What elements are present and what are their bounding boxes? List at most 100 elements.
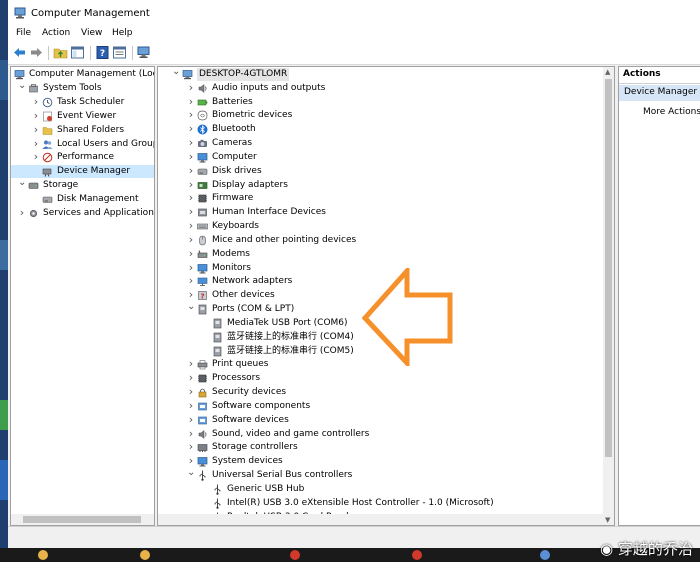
expand-chevron-icon[interactable]: › — [187, 358, 195, 369]
console-tree-item[interactable]: › Shared Folders — [11, 124, 154, 137]
expand-chevron-icon[interactable]: › — [187, 206, 195, 217]
device-tree-item[interactable]: › Processors — [158, 372, 614, 385]
taskbar-app-icon[interactable] — [140, 550, 150, 560]
device-tree-item[interactable]: › Display adapters — [158, 179, 614, 192]
expand-chevron-icon[interactable]: › — [187, 151, 195, 162]
expand-chevron-icon[interactable]: › — [187, 248, 195, 259]
perf-icon — [42, 153, 53, 163]
menu-help[interactable]: Help — [112, 28, 133, 38]
collapse-chevron-icon[interactable]: ⌄ — [172, 67, 180, 79]
expand-chevron-icon[interactable]: › — [187, 289, 195, 300]
collapse-chevron-icon[interactable]: ⌄ — [18, 80, 26, 93]
device-tree-item[interactable]: ⌄ Universal Serial Bus controllers — [158, 468, 614, 482]
scroll-down-arrow-icon[interactable]: ▼ — [605, 516, 610, 524]
collapse-chevron-icon[interactable]: ⌄ — [187, 302, 195, 314]
device-tree-item[interactable]: › Firmware — [158, 192, 614, 205]
console-tree-item[interactable]: ⌄ Storage — [11, 178, 154, 192]
more-actions-link[interactable]: More Actions — [643, 107, 700, 117]
device-tree-vertical-scrollbar[interactable]: ▲ ▼ — [603, 67, 614, 525]
device-tree-item[interactable]: › Human Interface Devices — [158, 206, 614, 219]
device-tree-item[interactable]: › Security devices — [158, 386, 614, 399]
actions-section-device-manager[interactable]: Device Manager — [619, 85, 700, 101]
taskbar-app-icon[interactable] — [412, 550, 422, 560]
help-icon[interactable]: ? — [95, 45, 110, 60]
expand-chevron-icon[interactable]: › — [32, 138, 40, 149]
console-tree-item[interactable]: › Local Users and Groups — [11, 138, 154, 151]
expand-chevron-icon[interactable]: › — [187, 220, 195, 231]
device-tree-item[interactable]: › Cameras — [158, 137, 614, 150]
device-tree-item[interactable]: › Bluetooth — [158, 123, 614, 136]
bluetooth-icon — [197, 124, 208, 135]
console-tree-pane[interactable]: Computer Management (Local ⌄ System Tools ›… — [10, 66, 155, 526]
device-tree-item[interactable]: Intel(R) USB 3.0 eXtensible Host Control… — [158, 497, 614, 510]
console-tree-item[interactable]: › Event Viewer — [11, 110, 154, 123]
expand-chevron-icon[interactable]: › — [187, 82, 195, 93]
device-tree-horizontal-scrollbar[interactable] — [158, 514, 603, 525]
console-tree-item[interactable]: › Performance — [11, 151, 154, 164]
device-tree-item[interactable]: › Biometric devices — [158, 109, 614, 122]
scroll-up-arrow-icon[interactable]: ▲ — [605, 68, 610, 76]
show-hide-console-tree-icon[interactable] — [70, 45, 85, 60]
collapse-chevron-icon[interactable]: ⌄ — [18, 178, 26, 190]
expand-chevron-icon[interactable]: › — [32, 124, 40, 135]
device-tree-item[interactable]: › Batteries — [158, 96, 614, 109]
device-tree-item[interactable]: › Software devices — [158, 414, 614, 427]
menu-file[interactable]: File — [16, 28, 31, 38]
device-tree-item[interactable]: › Sound, video and game controllers — [158, 428, 614, 441]
scrollbar-thumb[interactable] — [605, 79, 612, 457]
expand-chevron-icon[interactable]: › — [187, 414, 195, 425]
expand-chevron-icon[interactable]: › — [187, 234, 195, 245]
console-tree-item[interactable]: ⌄ System Tools — [11, 80, 154, 95]
console-tree-item[interactable]: › Services and Applications — [11, 207, 154, 220]
device-tree-item[interactable]: › Storage controllers — [158, 441, 614, 454]
device-tree-item[interactable]: › Computer — [158, 151, 614, 164]
expand-chevron-icon[interactable]: › — [187, 192, 195, 203]
expand-chevron-icon[interactable]: › — [187, 96, 195, 107]
taskbar-app-icon[interactable] — [540, 550, 550, 560]
title-bar[interactable]: Computer Management — [8, 0, 700, 26]
device-tree-item[interactable]: › System devices — [158, 455, 614, 468]
device-tree-item[interactable]: › Disk drives — [158, 165, 614, 178]
console-tree-horizontal-scrollbar[interactable] — [11, 514, 154, 525]
device-tree-item[interactable]: › Keyboards — [158, 220, 614, 233]
expand-chevron-icon[interactable]: › — [18, 207, 26, 218]
expand-chevron-icon[interactable]: › — [187, 179, 195, 190]
device-tree-item[interactable]: › Modems — [158, 248, 614, 261]
properties-icon[interactable] — [112, 45, 127, 60]
battery-icon — [197, 99, 208, 105]
console-tree-item[interactable]: Computer Management (Local — [11, 68, 154, 81]
menu-view[interactable]: View — [81, 28, 102, 38]
forward-arrow-icon[interactable] — [29, 45, 44, 60]
up-folder-icon[interactable] — [53, 45, 68, 60]
expand-chevron-icon[interactable]: › — [187, 109, 195, 120]
expand-chevron-icon[interactable]: › — [187, 372, 195, 383]
expand-chevron-icon[interactable]: › — [187, 275, 195, 286]
expand-chevron-icon[interactable]: › — [187, 455, 195, 466]
back-arrow-icon[interactable] — [12, 45, 27, 60]
expand-chevron-icon[interactable]: › — [187, 400, 195, 411]
expand-chevron-icon[interactable]: › — [187, 441, 195, 452]
expand-chevron-icon[interactable]: › — [187, 262, 195, 273]
expand-chevron-icon[interactable]: › — [187, 386, 195, 397]
console-tree-item[interactable]: › Task Scheduler — [11, 96, 154, 109]
scan-hardware-icon[interactable] — [136, 45, 151, 60]
taskbar-app-icon[interactable] — [290, 550, 300, 560]
device-tree-item[interactable]: › Audio inputs and outputs — [158, 82, 614, 95]
expand-chevron-icon[interactable]: › — [187, 428, 195, 439]
expand-chevron-icon[interactable]: › — [187, 123, 195, 134]
device-tree-item[interactable]: Generic USB Hub — [158, 483, 614, 496]
collapse-chevron-icon[interactable]: ⌄ — [187, 468, 195, 480]
expand-chevron-icon[interactable]: › — [187, 137, 195, 148]
expand-chevron-icon[interactable]: › — [32, 110, 40, 121]
taskbar-app-icon[interactable] — [38, 550, 48, 560]
console-tree-item[interactable]: Disk Management — [11, 193, 154, 206]
menu-action[interactable]: Action — [42, 28, 70, 38]
device-tree-item[interactable]: › Mice and other pointing devices — [158, 234, 614, 247]
expand-chevron-icon[interactable]: › — [32, 96, 40, 107]
device-tree-item[interactable]: ⌄ DESKTOP-4GTLOMR — [158, 67, 614, 81]
device-tree-item[interactable]: › Software components — [158, 400, 614, 413]
console-tree-item[interactable]: Device Manager — [11, 165, 154, 179]
expand-chevron-icon[interactable]: › — [32, 151, 40, 162]
expand-chevron-icon[interactable]: › — [187, 165, 195, 176]
scrollbar-thumb[interactable] — [23, 516, 141, 523]
